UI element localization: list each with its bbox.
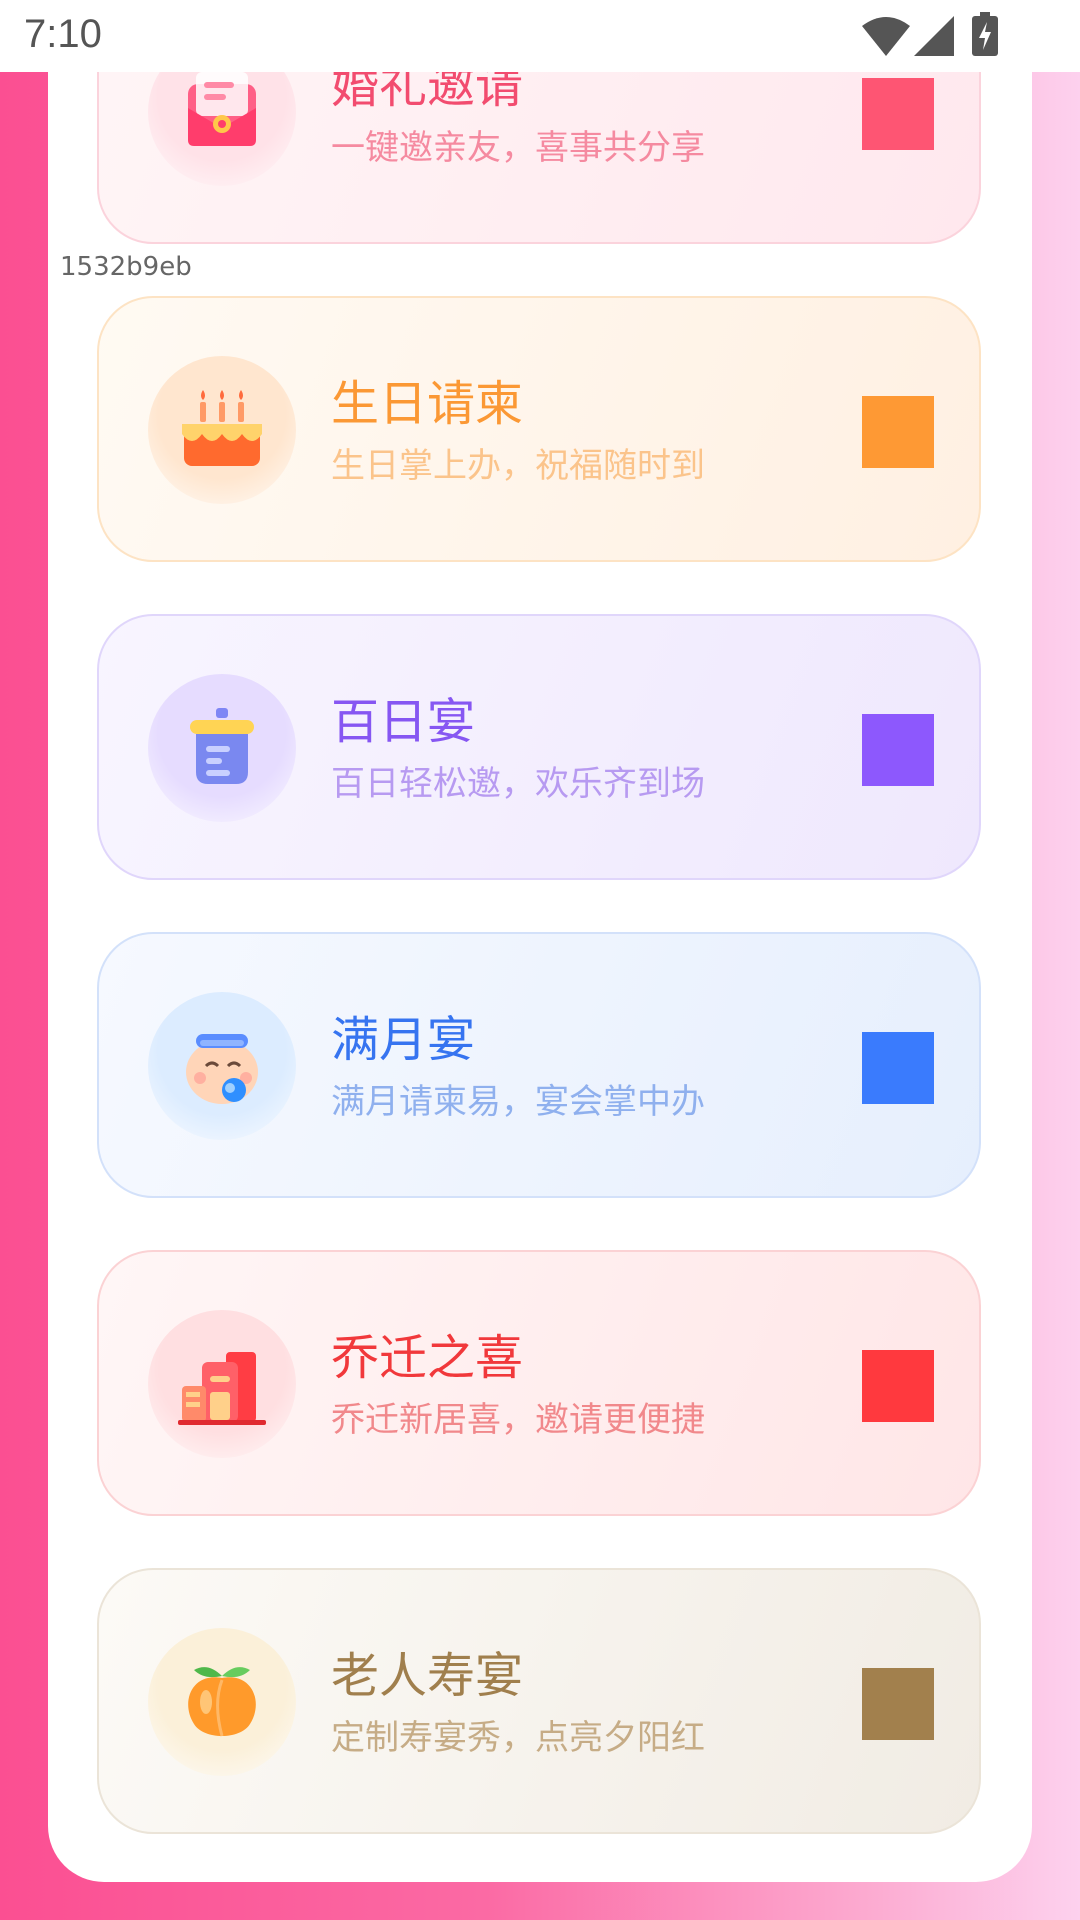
card-subtitle: 定制寿宴秀，点亮夕阳红 xyxy=(331,1718,705,1758)
card-title: 乔迁之喜 xyxy=(331,1330,524,1386)
card-title: 百日宴 xyxy=(331,694,476,750)
birthday-cake-icon xyxy=(182,390,262,466)
status-icons xyxy=(862,12,1002,62)
cooking-pot-icon xyxy=(190,708,254,784)
birthday-icon-circle xyxy=(148,356,296,504)
card-accent-swatch xyxy=(862,1668,934,1740)
card-list-panel: 1532b9eb 婚礼邀请 一键邀亲友，喜事共分享 生日请柬 生日掌上办，祝福随… xyxy=(48,0,1032,1882)
hundred-day-icon-circle xyxy=(148,674,296,822)
wifi-icon xyxy=(862,17,910,56)
peach-icon xyxy=(188,1667,256,1737)
card-subtitle: 满月请柬易，宴会掌中办 xyxy=(331,1082,705,1122)
debug-id-label: 1532b9eb xyxy=(60,252,192,282)
building-icon xyxy=(178,1352,266,1425)
card-subtitle: 生日掌上办，祝福随时到 xyxy=(331,446,705,486)
battery-charging-icon xyxy=(972,12,998,56)
card-accent-swatch xyxy=(862,1350,934,1422)
card-subtitle: 百日轻松邀，欢乐齐到场 xyxy=(331,764,705,804)
card-accent-swatch xyxy=(862,78,934,150)
card-housewarming[interactable]: 乔迁之喜 乔迁新居喜，邀请更便捷 xyxy=(97,1250,981,1516)
elder-birthday-icon-circle xyxy=(148,1628,296,1776)
card-hundred-day-banquet[interactable]: 百日宴 百日轻松邀，欢乐齐到场 xyxy=(97,614,981,880)
card-subtitle: 一键邀亲友，喜事共分享 xyxy=(331,128,705,168)
card-accent-swatch xyxy=(862,1032,934,1104)
card-elder-birthday-banquet[interactable]: 老人寿宴 定制寿宴秀，点亮夕阳红 xyxy=(97,1568,981,1834)
card-title: 生日请柬 xyxy=(331,376,524,432)
baby-face-icon xyxy=(186,1034,258,1104)
status-time: 7:10 xyxy=(24,12,102,56)
card-subtitle: 乔迁新居喜，邀请更便捷 xyxy=(331,1400,705,1440)
card-full-month-banquet[interactable]: 满月宴 满月请柬易，宴会掌中办 xyxy=(97,932,981,1198)
card-title: 满月宴 xyxy=(331,1012,476,1068)
card-accent-swatch xyxy=(862,714,934,786)
cellular-signal-icon xyxy=(914,16,954,56)
housewarming-icon-circle xyxy=(148,1310,296,1458)
card-accent-swatch xyxy=(862,396,934,468)
envelope-icon xyxy=(188,72,256,146)
card-title: 老人寿宴 xyxy=(331,1648,524,1704)
status-bar: 7:10 xyxy=(0,0,1080,72)
card-birthday-invitation[interactable]: 生日请柬 生日掌上办，祝福随时到 xyxy=(97,296,981,562)
full-month-icon-circle xyxy=(148,992,296,1140)
